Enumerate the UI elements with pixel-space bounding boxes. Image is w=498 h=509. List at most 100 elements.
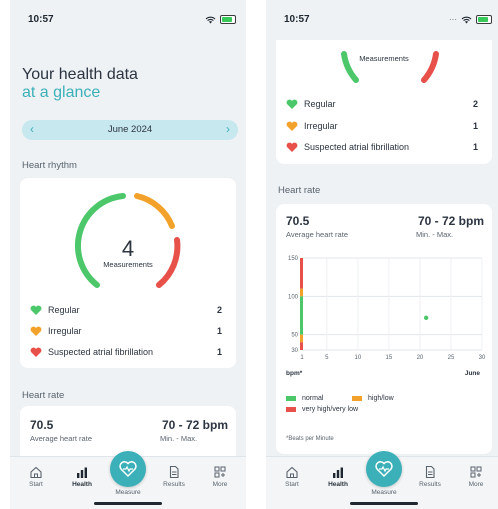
list-item: Suspected atrial fibrillation 1 [30, 346, 226, 360]
item-count: 1 [472, 121, 478, 131]
wifi-icon [461, 16, 472, 23]
heart-pulse-icon [119, 461, 137, 478]
status-bar: 10:57 [10, 10, 246, 30]
tab-results[interactable]: Results [410, 465, 450, 488]
home-indicator [350, 502, 418, 505]
heart-rhythm-card[interactable]: 4 Measurements Regular 2 Irregular 1 Sus… [20, 178, 236, 368]
list-item: Regular 2 [286, 98, 482, 112]
tab-label: More [468, 481, 484, 488]
measure-button[interactable] [366, 451, 402, 487]
average-heart-rate-label: Average heart rate [286, 230, 348, 239]
month-axis-label: June [464, 370, 480, 377]
heart-green-icon [30, 305, 42, 315]
rhythm-gauge-partial [341, 51, 439, 83]
tab-label: More [212, 481, 228, 488]
heart-pulse-icon [375, 461, 393, 478]
tab-label: Start [29, 481, 43, 488]
heart-rate-range: 70 - 72 bpm [161, 418, 228, 432]
item-label: Irregular [304, 121, 338, 131]
heart-rate-chart: 15010050301 5 10 15 20 25 30 [288, 256, 486, 361]
tab-more[interactable]: More [200, 465, 240, 488]
heart-orange-icon [286, 121, 298, 131]
heart-green-icon [286, 99, 298, 109]
chart-icon [77, 467, 87, 478]
x-tick-label: 1 [300, 355, 304, 361]
item-count: 1 [216, 347, 222, 357]
heart-rate-range: 70 - 72 bpm [417, 214, 484, 228]
page-title: Your health data [22, 66, 138, 83]
average-heart-rate-label: Average heart rate [30, 434, 92, 443]
tab-start[interactable]: Start [272, 465, 312, 488]
footnote: *Beats per Minute [286, 436, 334, 442]
x-tick-label: 20 [417, 355, 424, 361]
home-icon [30, 466, 42, 479]
item-label: Suspected atrial fibrillation [304, 142, 410, 152]
chevron-right-icon[interactable]: › [226, 122, 230, 136]
heart-red-icon [286, 142, 298, 152]
document-icon [425, 465, 435, 479]
signal-icon: ··· [449, 15, 457, 24]
tab-results[interactable]: Results [154, 465, 194, 488]
item-count: 1 [216, 326, 222, 336]
heart-rate-range-label: Min. - Max. [160, 434, 198, 443]
wifi-icon [205, 16, 216, 23]
zone-high [300, 288, 303, 297]
home-icon [286, 466, 298, 479]
battery-icon [476, 15, 492, 24]
average-heart-rate: 70.5 [286, 214, 310, 228]
list-item: Irregular 1 [30, 325, 226, 339]
x-tick-label: 10 [355, 355, 362, 361]
month-label: June 2024 [107, 124, 153, 135]
x-tick-label: 5 [325, 355, 329, 361]
section-heart-rate: Heart rate [22, 390, 65, 401]
heart-red-icon [30, 347, 42, 357]
x-tick-label: 30 [479, 355, 486, 361]
legend-swatch-normal [286, 396, 296, 401]
section-heart-rhythm: Heart rhythm [22, 160, 77, 171]
tab-start[interactable]: Start [16, 465, 56, 488]
phone-screen-overview: 10:57 Your health data at a glance ‹ Jun… [10, 0, 246, 509]
section-heart-rate: Heart rate [278, 185, 321, 196]
measurement-count: 4 [121, 236, 135, 261]
item-count: 2 [216, 305, 222, 315]
grid-icon [214, 466, 226, 478]
zone-very-low [300, 342, 303, 350]
legend-swatch-high-low [352, 396, 362, 401]
tab-more[interactable]: More [456, 465, 496, 488]
gauge-irregular-arc [134, 193, 175, 229]
phone-screen-scrolled: Measurements Regular 2 Irregular 1 Suspe… [266, 0, 498, 509]
home-indicator [94, 502, 162, 505]
item-label: Regular [48, 305, 80, 315]
legend-normal: normal [302, 395, 324, 402]
status-bar: 10:57 ··· [266, 0, 498, 40]
list-item: Suspected atrial fibrillation 1 [286, 141, 482, 155]
legend-very-high-low: very high/very low [302, 406, 359, 413]
tab-label: Health [72, 481, 92, 488]
list-item: Regular 2 [30, 304, 226, 318]
y-tick-label: 50 [291, 333, 298, 339]
measure-button[interactable] [110, 451, 146, 487]
tab-health[interactable]: Health [62, 465, 102, 488]
y-tick-label: 30 [291, 348, 298, 354]
zone-normal [300, 296, 303, 335]
document-icon [169, 465, 179, 479]
item-label: Suspected atrial fibrillation [48, 347, 154, 357]
y-unit-label: bpm* [286, 370, 303, 377]
tab-bar: Start Health Measure Results More [266, 451, 498, 509]
heart-orange-icon [30, 326, 42, 336]
chart-icon [333, 467, 343, 478]
zone-low [300, 334, 303, 343]
item-count: 2 [472, 99, 478, 109]
tab-bar: Start Health Measure Results More [10, 451, 246, 509]
heart-rate-range-label: Min. - Max. [416, 230, 454, 239]
page-subtitle: at a glance [22, 84, 101, 101]
tab-label: Measure [371, 489, 397, 496]
y-tick-label: 150 [288, 256, 299, 262]
heart-rate-card[interactable]: 70.5 Average heart rate 70 - 72 bpm Min.… [276, 204, 492, 454]
legend-swatch-very-high-low [286, 407, 296, 412]
battery-icon [220, 15, 236, 24]
zone-very-high [300, 258, 303, 289]
tab-health[interactable]: Health [318, 465, 358, 488]
tab-label: Start [285, 481, 299, 488]
measurement-count-label: Measurements [359, 54, 409, 63]
